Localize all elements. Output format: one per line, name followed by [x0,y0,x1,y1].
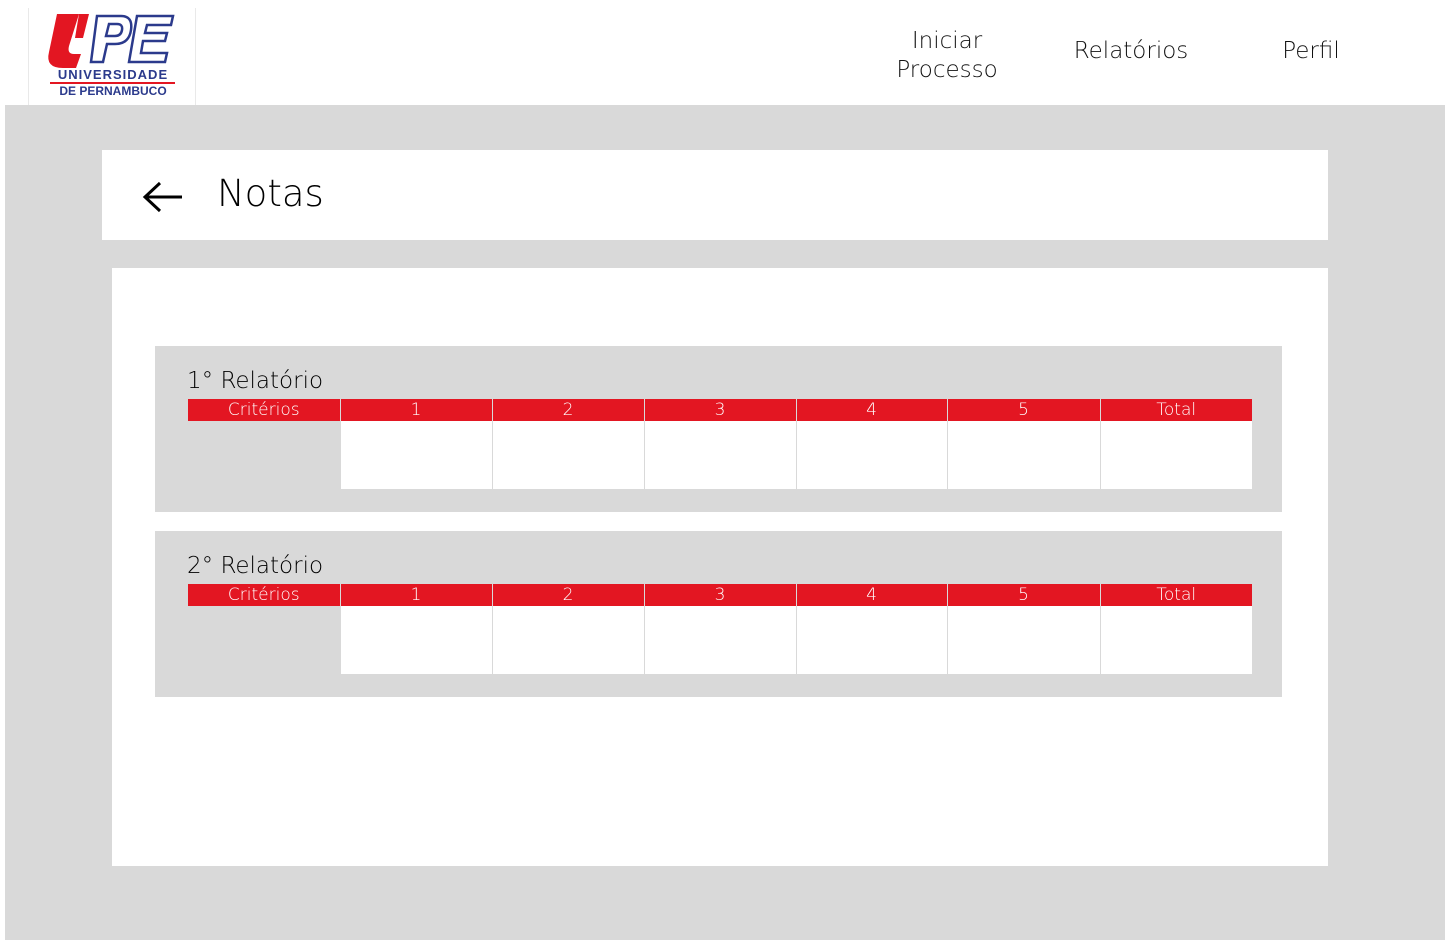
grade-cell-4[interactable] [796,606,948,674]
grade-cell-1[interactable] [340,421,493,489]
grade-cell-total [1100,421,1252,489]
nav-perfil[interactable]: Perfil [1270,37,1352,66]
column-header-total: Total [1100,399,1252,421]
report-title: 1° Relatório [187,368,324,394]
grade-cell-5[interactable] [947,421,1101,489]
logo-line1: UNIVERSIDADE [58,67,168,82]
title-bar: Notas [102,150,1328,240]
table-row [188,606,1252,674]
grade-cell-2[interactable] [492,606,645,674]
table-row [188,421,1252,489]
report-panel-2: 2° Relatório Critérios 1 2 3 4 5 Total [155,531,1282,697]
grade-cell-4[interactable] [796,421,948,489]
grade-cell-total [1100,606,1252,674]
top-header: UNIVERSIDADE DE PERNAMBUCO Iniciar Proce… [0,0,1451,105]
nav-relatorios[interactable]: Relatórios [1060,37,1202,66]
grade-cell-3[interactable] [644,421,797,489]
column-header-1: 1 [340,584,493,606]
grade-cell-2[interactable] [492,421,645,489]
column-header-3: 3 [644,399,797,421]
column-header-total: Total [1100,584,1252,606]
column-header-4: 4 [796,399,948,421]
column-header-criterios: Critérios [188,584,341,606]
table-header-row: Critérios 1 2 3 4 5 Total [188,399,1252,421]
grade-cell-5[interactable] [947,606,1101,674]
upe-logo[interactable]: UNIVERSIDADE DE PERNAMBUCO [28,8,196,105]
column-header-criterios: Critérios [188,399,341,421]
column-header-1: 1 [340,399,493,421]
column-header-5: 5 [947,399,1101,421]
page-title: Notas [217,172,324,215]
logo-line2: DE PERNAMBUCO [59,84,166,98]
grade-cell-3[interactable] [644,606,797,674]
upe-logo-graphic: UNIVERSIDADE DE PERNAMBUCO [48,14,175,98]
grade-cell-1[interactable] [340,606,493,674]
column-header-3: 3 [644,584,797,606]
criterios-cell [188,421,341,489]
column-header-2: 2 [492,399,645,421]
grades-table: Critérios 1 2 3 4 5 Total [188,584,1252,674]
column-header-2: 2 [492,584,645,606]
table-header-row: Critérios 1 2 3 4 5 Total [188,584,1252,606]
arrow-left-icon[interactable] [142,180,184,214]
report-panel-1: 1° Relatório Critérios 1 2 3 4 5 Total [155,346,1282,512]
nav-iniciar-processo[interactable]: Iniciar Processo [880,27,1014,85]
column-header-4: 4 [796,584,948,606]
column-header-5: 5 [947,584,1101,606]
report-title: 2° Relatório [187,553,324,579]
grades-table: Critérios 1 2 3 4 5 Total [188,399,1252,489]
criterios-cell [188,606,341,674]
